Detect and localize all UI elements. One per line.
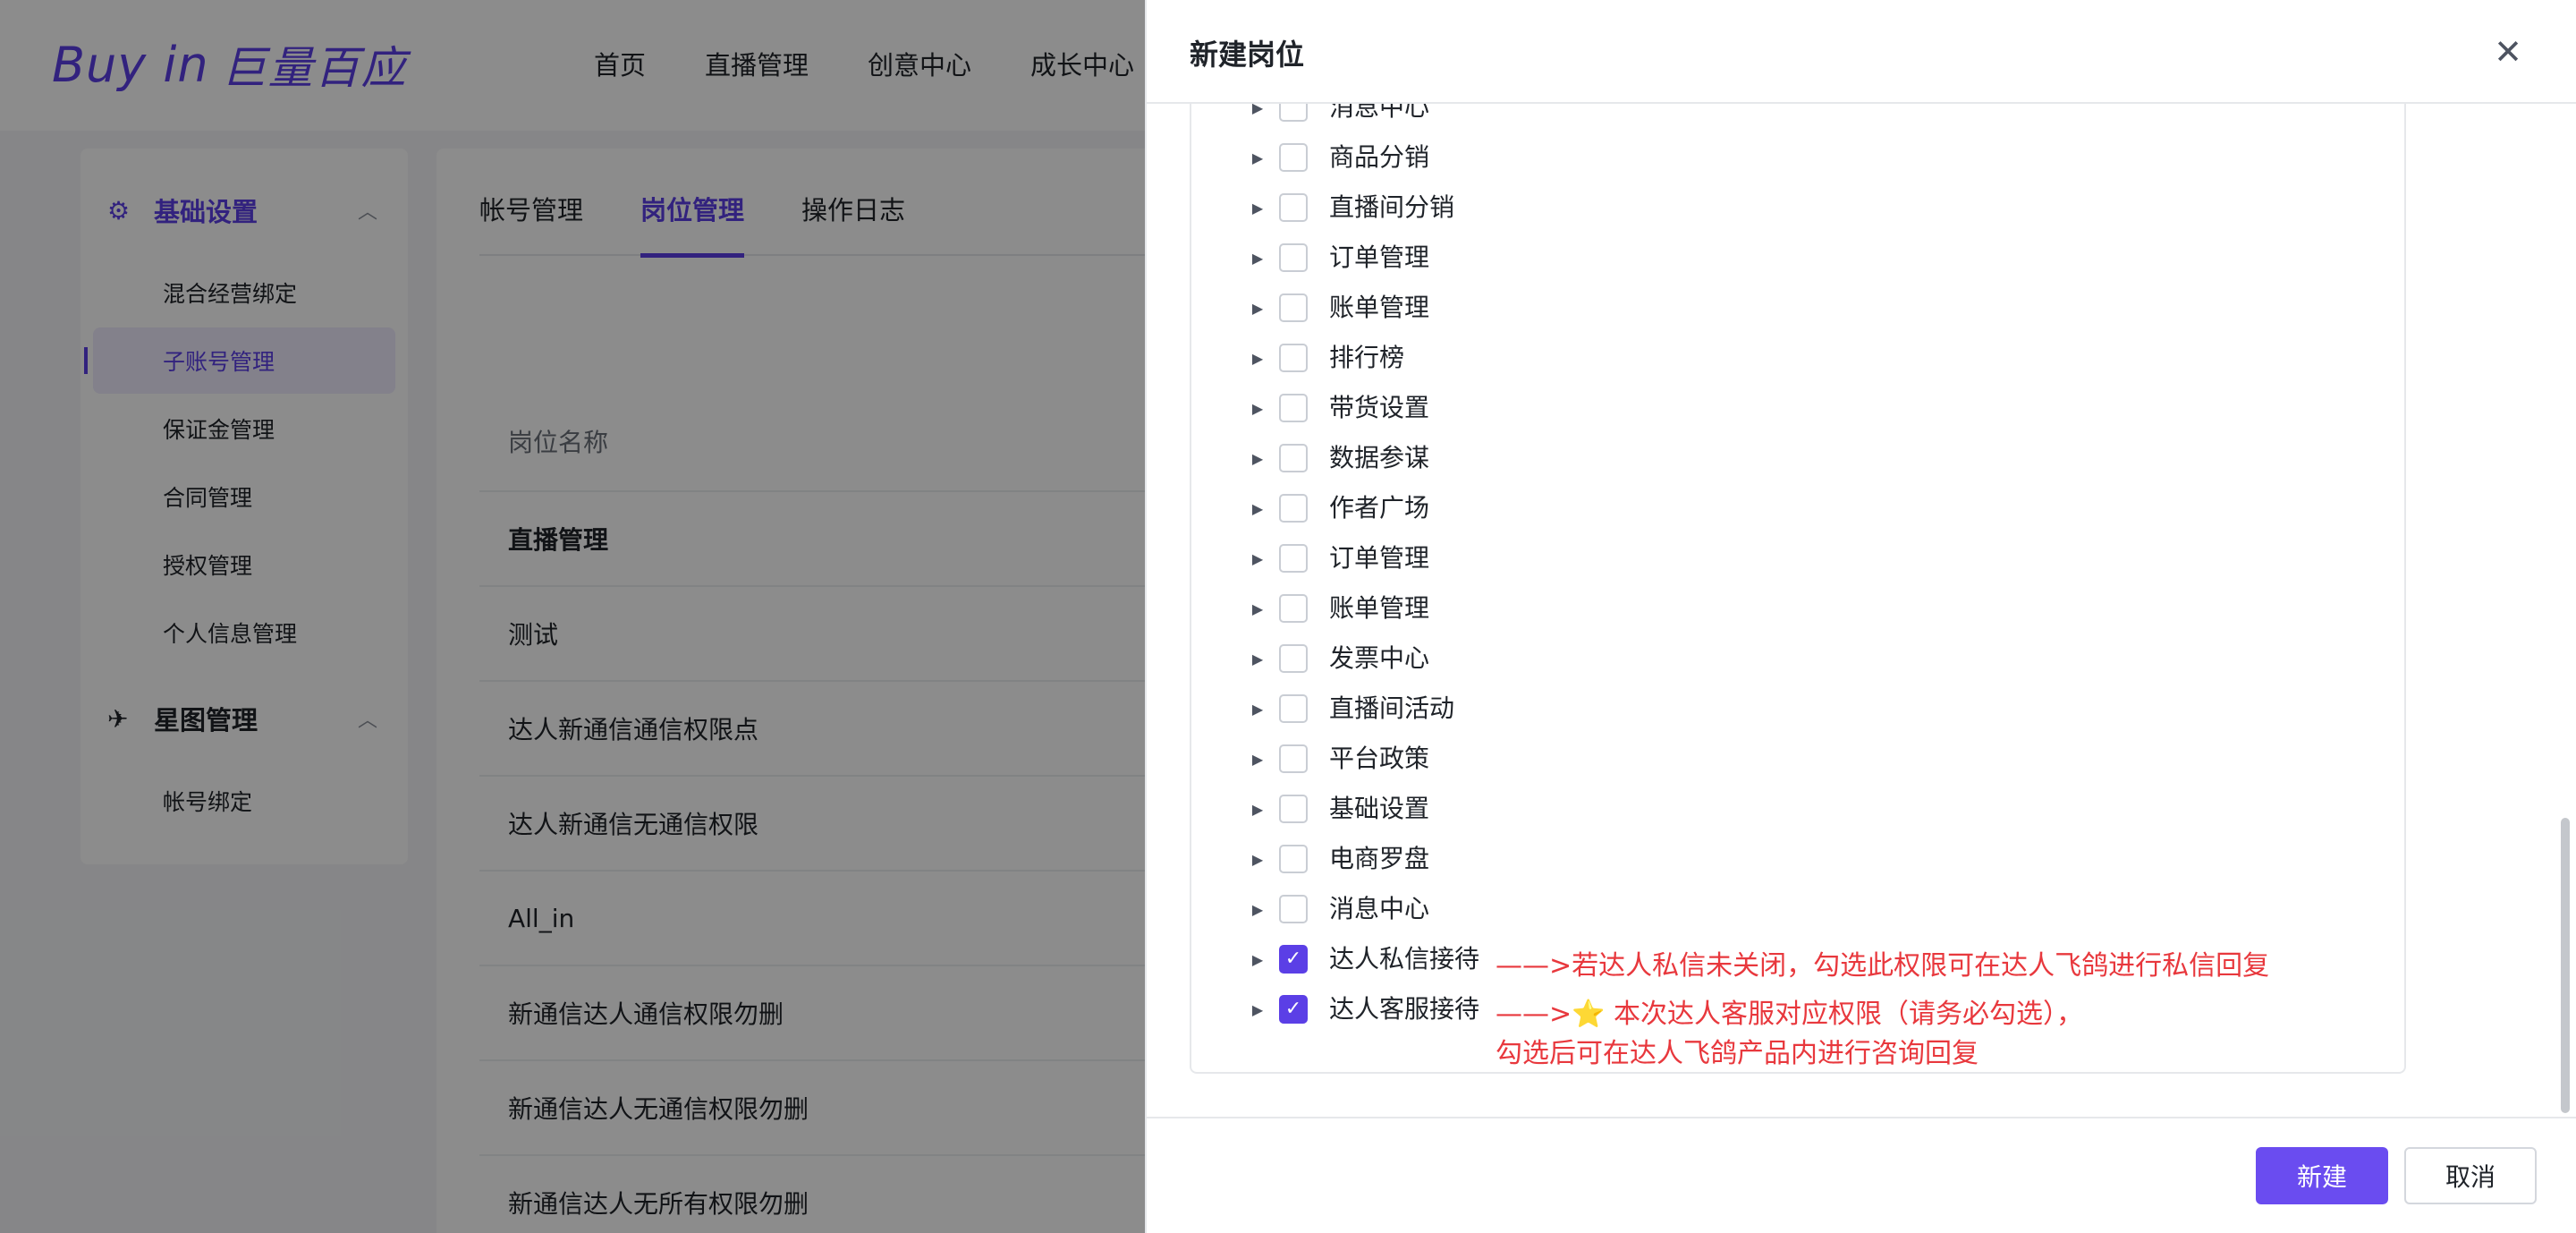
permission-label: 基础设置 — [1329, 794, 1430, 823]
permission-label: 订单管理 — [1329, 543, 1430, 573]
permission-label: 平台政策 — [1329, 744, 1430, 773]
permission-checkbox[interactable] — [1279, 694, 1308, 723]
note-customer-service: ——>⭐ 本次达人客服对应权限（请务必勾选）， — [1496, 995, 2083, 1034]
caret-right-icon[interactable]: ▶ — [1249, 984, 1267, 1034]
permission-label: 数据参谋 — [1329, 443, 1430, 472]
permission-row[interactable]: ▶ 排行榜 — [1191, 333, 2404, 383]
caret-right-icon[interactable]: ▶ — [1249, 233, 1267, 283]
permission-label: 排行榜 — [1329, 343, 1405, 372]
caret-right-icon[interactable]: ▶ — [1249, 283, 1267, 333]
permission-checkbox[interactable] — [1279, 644, 1308, 673]
permission-row[interactable]: ▶ 消息中心 — [1191, 104, 2404, 132]
permission-tree: ▶ 消息中心 ▶ 商品分销 ▶ 直播间分销 ▶ 订单管理 ▶ 账单管理 ▶ 排行榜 ▶ 带货设置 ▶ 数据参谋… — [1190, 104, 2406, 1074]
permission-checkbox[interactable] — [1279, 845, 1308, 873]
permission-row[interactable]: ▶ 电商罗盘 — [1191, 834, 2404, 884]
permission-label: 电商罗盘 — [1329, 844, 1430, 873]
permission-label: 直播间分销 — [1329, 192, 1455, 222]
permission-row[interactable]: ▶ 订单管理 — [1191, 533, 2404, 583]
permission-row[interactable]: ▶ 基础设置 — [1191, 784, 2404, 834]
caret-right-icon[interactable]: ▶ — [1249, 433, 1267, 483]
note-line-1: 本次达人客服对应权限（请务必勾选）， — [1614, 999, 2084, 1030]
permission-label: 账单管理 — [1329, 593, 1430, 623]
create-position-drawer: 新建岗位 ✕ ▶ 消息中心 ▶ 商品分销 ▶ 直播间分销 ▶ 订单管理 ▶ 账单管理 ▶ 排行榜 ▶ 带货… — [1145, 0, 2576, 1233]
permission-row[interactable]: ▶ 平台政策 — [1191, 734, 2404, 784]
drawer-header: 新建岗位 ✕ — [1147, 0, 2576, 104]
permission-checkbox[interactable] — [1279, 344, 1308, 372]
permission-label: 账单管理 — [1329, 293, 1430, 322]
note-arrow: ——> — [1496, 999, 1572, 1030]
drawer-footer: 新建 取消 — [1147, 1117, 2576, 1233]
permission-row[interactable]: ▶ 作者广场 — [1191, 483, 2404, 533]
caret-right-icon[interactable]: ▶ — [1249, 104, 1267, 132]
caret-right-icon[interactable]: ▶ — [1249, 483, 1267, 533]
permission-checkbox[interactable] — [1279, 895, 1308, 923]
permission-checkbox[interactable] — [1279, 104, 1308, 122]
cancel-button[interactable]: 取消 — [2404, 1147, 2537, 1204]
permission-checkbox[interactable] — [1279, 143, 1308, 172]
permission-label: 商品分销 — [1329, 142, 1430, 172]
caret-right-icon[interactable]: ▶ — [1249, 884, 1267, 934]
permission-row[interactable]: ▶ 发票中心 — [1191, 634, 2404, 684]
caret-right-icon[interactable]: ▶ — [1249, 934, 1267, 984]
permission-checkbox[interactable] — [1279, 243, 1308, 272]
permission-row[interactable]: ▶ 账单管理 — [1191, 283, 2404, 333]
permission-row[interactable]: ▶ 直播间分销 — [1191, 183, 2404, 233]
permission-label: 消息中心 — [1329, 894, 1430, 923]
permission-row[interactable]: ▶ 带货设置 — [1191, 383, 2404, 433]
permission-checkbox[interactable] — [1279, 293, 1308, 322]
permission-checkbox[interactable] — [1279, 795, 1308, 823]
permission-checkbox[interactable] — [1279, 494, 1308, 523]
caret-right-icon[interactable]: ▶ — [1249, 333, 1267, 383]
create-button[interactable]: 新建 — [2256, 1147, 2388, 1204]
permission-label: 直播间活动 — [1329, 693, 1455, 723]
caret-right-icon[interactable]: ▶ — [1249, 533, 1267, 583]
permission-label: 订单管理 — [1329, 242, 1430, 272]
permission-label: 达人客服接待 — [1329, 994, 1480, 1024]
permission-label: 作者广场 — [1329, 493, 1430, 523]
star-icon: ⭐ — [1572, 999, 1606, 1030]
permission-checkbox[interactable] — [1279, 594, 1308, 623]
permission-label: 发票中心 — [1329, 643, 1430, 673]
caret-right-icon[interactable]: ▶ — [1249, 132, 1267, 183]
permission-row[interactable]: ▶ 订单管理 — [1191, 233, 2404, 283]
permission-checkbox[interactable]: ✓ — [1279, 995, 1308, 1024]
permission-row[interactable]: ▶ 直播间活动 — [1191, 684, 2404, 734]
permission-label: 消息中心 — [1329, 104, 1430, 122]
scrollbar-thumb[interactable] — [2561, 818, 2570, 1113]
note-private-message: ——>若达人私信未关闭，勾选此权限可在达人飞鸽进行私信回复 — [1496, 950, 2270, 982]
drawer-title: 新建岗位 — [1190, 38, 1305, 72]
caret-right-icon[interactable]: ▶ — [1249, 834, 1267, 884]
permission-checkbox[interactable] — [1279, 394, 1308, 422]
permission-label: 带货设置 — [1329, 393, 1430, 422]
permission-row[interactable]: ▶ 商品分销 — [1191, 132, 2404, 183]
permission-checkbox[interactable] — [1279, 444, 1308, 472]
permission-row[interactable]: ▶ 账单管理 — [1191, 583, 2404, 634]
caret-right-icon[interactable]: ▶ — [1249, 583, 1267, 634]
permission-checkbox[interactable] — [1279, 744, 1308, 773]
caret-right-icon[interactable]: ▶ — [1249, 734, 1267, 784]
permission-row[interactable]: ▶ 数据参谋 — [1191, 433, 2404, 483]
permission-row[interactable]: ▶ 消息中心 — [1191, 884, 2404, 934]
caret-right-icon[interactable]: ▶ — [1249, 784, 1267, 834]
caret-right-icon[interactable]: ▶ — [1249, 634, 1267, 684]
note-customer-service-line-2: 勾选后可在达人飞鸽产品内进行咨询回复 — [1496, 1038, 1979, 1069]
permission-checkbox[interactable] — [1279, 193, 1308, 222]
permission-checkbox[interactable] — [1279, 544, 1308, 573]
permission-checkbox[interactable]: ✓ — [1279, 945, 1308, 974]
caret-right-icon[interactable]: ▶ — [1249, 684, 1267, 734]
caret-right-icon[interactable]: ▶ — [1249, 383, 1267, 433]
caret-right-icon[interactable]: ▶ — [1249, 183, 1267, 233]
permission-label: 达人私信接待 — [1329, 944, 1480, 974]
close-icon[interactable]: ✕ — [2490, 32, 2526, 72]
